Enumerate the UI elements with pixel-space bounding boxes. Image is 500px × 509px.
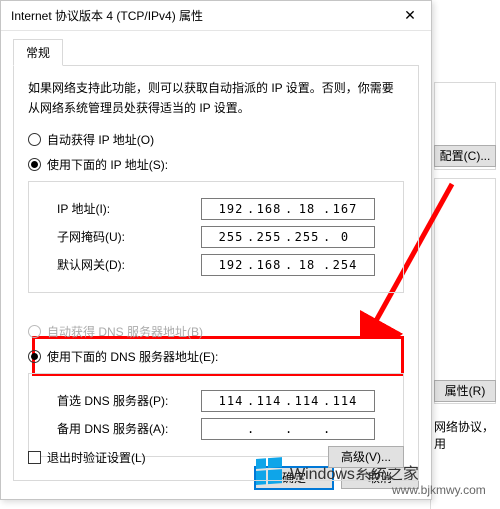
radio-manual-ip-row[interactable]: 使用下面的 IP 地址(S): [28,156,404,173]
radio-manual-dns-row[interactable]: 使用下面的 DNS 服务器地址(E): [28,348,404,365]
pdns-oct-1: 114 [215,394,247,408]
radio-auto-ip-label: 自动获得 IP 地址(O) [47,131,154,148]
radio-auto-dns-label: 自动获得 DNS 服务器地址(B) [47,323,203,340]
gateway-row: 默认网关(D): 192. 168. 18. 254 [41,254,391,276]
ip-oct-1: 192 [215,202,247,216]
subnet-mask-label: 子网掩码(U): [41,228,201,245]
configure-button-label: 配置(C)... [440,149,491,163]
gw-oct-4: 254 [329,258,361,272]
watermark-url: www.bjkmwy.com [392,483,486,497]
configure-button[interactable]: 配置(C)... [434,145,496,167]
validate-checkbox-row[interactable]: 退出时验证设置(L) [28,449,146,466]
radio-auto-dns [28,325,41,338]
ip-address-label: IP 地址(I): [41,200,201,217]
pdns-oct-3: 114 [291,394,323,408]
alternate-dns-row: 备用 DNS 服务器(A): . . . [41,418,391,440]
titlebar: Internet 协议版本 4 (TCP/IPv4) 属性 ✕ [1,1,431,31]
radio-manual-dns-label: 使用下面的 DNS 服务器地址(E): [47,348,218,365]
properties-button[interactable]: 属性(R) [434,380,496,402]
description-text: 如果网络支持此功能，则可以获取自动指派的 IP 设置。否则，你需要从网络系统管理… [28,78,404,119]
mask-oct-3: 255 [291,230,323,244]
properties-button-label: 属性(R) [445,384,486,398]
ip-address-row: IP 地址(I): 192. 168. 18. 167 [41,198,391,220]
ip-oct-3: 18 [291,202,323,216]
alternate-dns-label: 备用 DNS 服务器(A): [41,420,201,437]
radio-auto-dns-row: 自动获得 DNS 服务器地址(B) [28,323,404,340]
radio-manual-ip-label: 使用下面的 IP 地址(S): [47,156,168,173]
preferred-dns-label: 首选 DNS 服务器(P): [41,392,201,409]
tabs: 常规 [13,39,419,66]
dns-group: 自动获得 DNS 服务器地址(B) 使用下面的 DNS 服务器地址(E): 首选… [28,323,404,457]
radio-auto-ip-row[interactable]: 自动获得 IP 地址(O) [28,131,404,148]
radio-manual-ip[interactable] [28,158,41,171]
close-icon: ✕ [404,7,416,24]
gw-oct-3: 18 [291,258,323,272]
radio-auto-ip[interactable] [28,133,41,146]
gateway-input[interactable]: 192. 168. 18. 254 [201,254,375,276]
validate-checkbox[interactable] [28,451,41,464]
gateway-label: 默认网关(D): [41,256,201,273]
gw-oct-1: 192 [215,258,247,272]
bottom-row: 退出时验证设置(L) 高级(V)... [28,446,404,468]
ip-fields-group: IP 地址(I): 192. 168. 18. 167 子网掩码(U): 255… [28,181,404,293]
tab-general-label: 常规 [26,46,50,60]
ipv4-properties-dialog: Internet 协议版本 4 (TCP/IPv4) 属性 ✕ 常规 如果网络支… [0,0,432,500]
mask-oct-1: 255 [215,230,247,244]
radio-manual-dns[interactable] [28,350,41,363]
tab-panel-general: 如果网络支持此功能，则可以获取自动指派的 IP 设置。否则，你需要从网络系统管理… [13,65,419,481]
close-button[interactable]: ✕ [389,1,431,31]
advanced-button-label: 高级(V)... [341,450,391,464]
ip-group: 自动获得 IP 地址(O) 使用下面的 IP 地址(S): IP 地址(I): … [28,131,404,311]
parent-desc-text: 网络协议，用 [434,418,498,452]
parent-group-2 [434,178,496,404]
dns-fields-group: 首选 DNS 服务器(P): 114. 114. 114. 114 备用 DNS… [28,373,404,457]
advanced-button[interactable]: 高级(V)... [328,446,404,468]
pdns-oct-2: 114 [253,394,285,408]
dialog-title: Internet 协议版本 4 (TCP/IPv4) 属性 [11,7,389,24]
tab-general[interactable]: 常规 [13,39,63,66]
subnet-mask-row: 子网掩码(U): 255. 255. 255. 0 [41,226,391,248]
pdns-oct-4: 114 [329,394,361,408]
ip-address-input[interactable]: 192. 168. 18. 167 [201,198,375,220]
dialog-body: 常规 如果网络支持此功能，则可以获取自动指派的 IP 设置。否则，你需要从网络系… [1,31,431,499]
preferred-dns-input[interactable]: 114. 114. 114. 114 [201,390,375,412]
mask-oct-2: 255 [253,230,285,244]
ip-oct-4: 167 [329,202,361,216]
validate-checkbox-label: 退出时验证设置(L) [47,449,146,466]
preferred-dns-row: 首选 DNS 服务器(P): 114. 114. 114. 114 [41,390,391,412]
mask-oct-4: 0 [329,230,361,244]
alternate-dns-input[interactable]: . . . [201,418,375,440]
ip-oct-2: 168 [253,202,285,216]
gw-oct-2: 168 [253,258,285,272]
subnet-mask-input[interactable]: 255. 255. 255. 0 [201,226,375,248]
